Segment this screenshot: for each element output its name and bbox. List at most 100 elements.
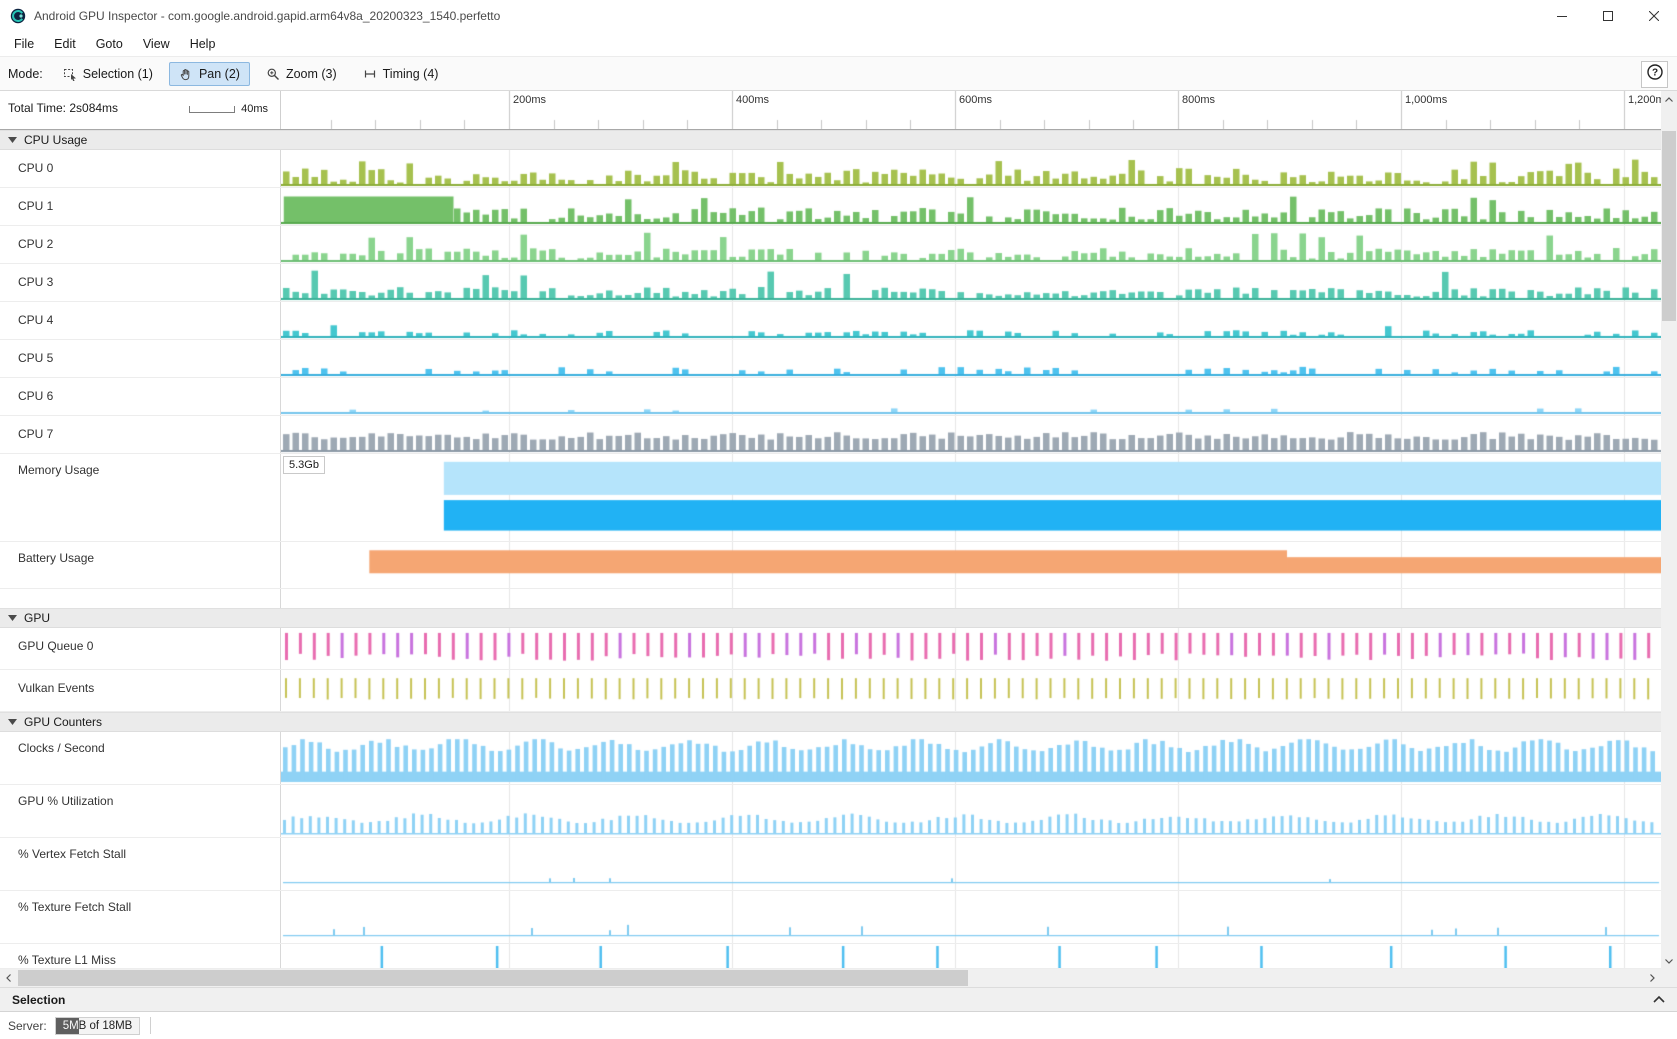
track-chart[interactable] xyxy=(280,670,1661,711)
track-canvas xyxy=(281,454,1661,541)
scale-bracket-icon xyxy=(189,106,235,113)
track-canvas xyxy=(281,891,1661,943)
menu-goto[interactable]: Goto xyxy=(86,34,133,54)
track-chart[interactable] xyxy=(280,340,1661,377)
mode-label: Mode: xyxy=(8,67,43,81)
status-bar: Server: 5MB of 18MB 5MB of 18MB xyxy=(0,1011,1677,1039)
minimize-button[interactable] xyxy=(1539,0,1585,32)
track-canvas xyxy=(281,226,1661,263)
track-label: CPU 0 xyxy=(18,161,53,175)
track-chart[interactable] xyxy=(280,378,1661,415)
menu-edit[interactable]: Edit xyxy=(44,34,86,54)
track-canvas xyxy=(281,838,1661,890)
ruler-tick-label: 800ms xyxy=(1182,94,1215,106)
track-canvas xyxy=(281,542,1661,588)
group-label: GPU Counters xyxy=(24,715,102,729)
tool-button-timing[interactable]: Timing (4) xyxy=(353,62,449,86)
track-row-memory-usage: Memory Usage5.3Gb xyxy=(0,454,1661,542)
timeline-panel: Total Time: 2s084ms 40ms 200ms400ms600ms… xyxy=(0,91,1661,969)
track-chart[interactable] xyxy=(280,785,1661,837)
time-ruler-row: Total Time: 2s084ms 40ms 200ms400ms600ms… xyxy=(0,91,1661,130)
collapse-triangle-icon xyxy=(8,137,17,143)
track-chart[interactable] xyxy=(280,891,1661,943)
track-chart[interactable] xyxy=(280,416,1661,453)
track-chart[interactable] xyxy=(280,302,1661,339)
menu-file[interactable]: File xyxy=(4,34,44,54)
track-canvas xyxy=(281,732,1661,784)
tool-button-label: Pan (2) xyxy=(199,67,240,81)
track-row-cpu-1: CPU 1 xyxy=(0,188,1661,226)
horizontal-scrollbar[interactable] xyxy=(0,969,1661,987)
track-chart[interactable] xyxy=(280,838,1661,890)
app-window: Android GPU Inspector - com.google.andro… xyxy=(0,0,1677,1039)
tool-button-label: Zoom (3) xyxy=(286,67,337,81)
track-label: GPU Queue 0 xyxy=(18,639,93,653)
track-chart[interactable] xyxy=(280,150,1661,187)
scroll-right-arrow-icon[interactable] xyxy=(1644,969,1661,987)
track-chart[interactable] xyxy=(280,264,1661,301)
track-label: Battery Usage xyxy=(18,551,94,565)
close-button[interactable] xyxy=(1631,0,1677,32)
ruler-tick-label: 600ms xyxy=(959,94,992,106)
track-label: CPU 2 xyxy=(18,237,53,251)
track-canvas xyxy=(281,150,1661,187)
track-row-battery-usage: Battery Usage xyxy=(0,542,1661,589)
track-row-cpu-6: CPU 6 xyxy=(0,378,1661,416)
ruler-sidebar: Total Time: 2s084ms 40ms xyxy=(0,91,280,129)
ruler-tick-label: 400ms xyxy=(736,94,769,106)
track-row-vulkan-events: Vulkan Events xyxy=(0,670,1661,712)
group-header-gpu[interactable]: GPU xyxy=(0,608,1661,628)
tool-button-selection[interactable]: Selection (1) xyxy=(53,62,163,86)
horizontal-scrollbar-thumb[interactable] xyxy=(18,970,968,986)
track-chart[interactable] xyxy=(280,944,1661,968)
total-time-label: Total Time: 2s084ms xyxy=(8,101,118,115)
group-header-gpu-counters[interactable]: GPU Counters xyxy=(0,712,1661,732)
vertical-scrollbar[interactable] xyxy=(1661,91,1677,969)
scroll-down-arrow-icon[interactable] xyxy=(1661,953,1677,969)
server-memory-meter: 5MB of 18MB 5MB of 18MB xyxy=(55,1017,141,1035)
svg-text:?: ? xyxy=(1651,68,1657,79)
track-row-cpu-0: CPU 0 xyxy=(0,150,1661,188)
menu-view[interactable]: View xyxy=(133,34,180,54)
track-rows: CPU UsageCPU 0CPU 1CPU 2CPU 3CPU 4CPU 5C… xyxy=(0,130,1661,969)
track-row-cpu-2: CPU 2 xyxy=(0,226,1661,264)
track-chart[interactable] xyxy=(280,542,1661,588)
track-label: CPU 3 xyxy=(18,275,53,289)
collapse-triangle-icon xyxy=(8,719,17,725)
scale-label: 40ms xyxy=(241,103,268,115)
time-ruler[interactable]: 200ms400ms600ms800ms1,000ms1,200ms xyxy=(280,91,1661,129)
memory-value-label: 5.3Gb xyxy=(283,456,325,474)
track-label: % Vertex Fetch Stall xyxy=(18,847,126,861)
scroll-up-arrow-icon[interactable] xyxy=(1661,91,1677,107)
title-bar: Android GPU Inspector - com.google.andro… xyxy=(0,0,1677,32)
track-chart[interactable] xyxy=(280,732,1661,784)
magnifier-icon xyxy=(266,67,280,81)
spacer-canvas xyxy=(281,589,1661,608)
selection-panel-title: Selection xyxy=(12,993,65,1007)
help-button[interactable]: ? xyxy=(1641,61,1668,88)
server-label: Server: xyxy=(8,1019,47,1033)
track-canvas xyxy=(281,264,1661,301)
track-row--vertex-fetch-stall: % Vertex Fetch Stall xyxy=(0,838,1661,891)
group-header-cpu-usage[interactable]: CPU Usage xyxy=(0,130,1661,150)
ruler-tick-label: 1,200ms xyxy=(1628,94,1661,106)
track-label: CPU 4 xyxy=(18,313,53,327)
window-controls xyxy=(1539,0,1677,32)
track-row-cpu-4: CPU 4 xyxy=(0,302,1661,340)
vertical-scrollbar-thumb[interactable] xyxy=(1662,131,1676,321)
chevron-up-icon[interactable] xyxy=(1653,995,1665,1004)
ruler-tick-label: 1,000ms xyxy=(1405,94,1447,106)
track-canvas xyxy=(281,944,1661,968)
menu-help[interactable]: Help xyxy=(180,34,226,54)
track-chart[interactable] xyxy=(280,628,1661,669)
track-chart[interactable] xyxy=(280,226,1661,263)
scroll-left-arrow-icon[interactable] xyxy=(0,969,17,987)
track-chart[interactable] xyxy=(280,188,1661,225)
group-label: CPU Usage xyxy=(24,133,87,147)
selection-panel-header[interactable]: Selection xyxy=(0,987,1677,1011)
tool-button-zoom[interactable]: Zoom (3) xyxy=(256,62,347,86)
scrollbar-corner xyxy=(1661,969,1677,987)
maximize-button[interactable] xyxy=(1585,0,1631,32)
tool-button-pan[interactable]: Pan (2) xyxy=(169,62,250,86)
track-chart[interactable]: 5.3Gb xyxy=(280,454,1661,541)
